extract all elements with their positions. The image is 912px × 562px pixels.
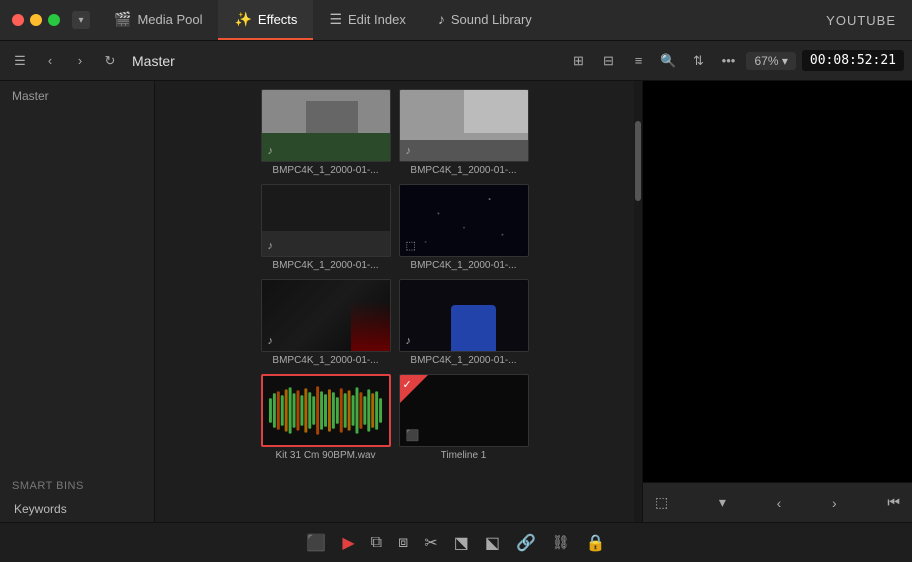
media-item-1[interactable]: ♪ BMPC4K_1_2000-01-... bbox=[261, 89, 391, 176]
sidebar-item-keywords[interactable]: Keywords bbox=[0, 496, 154, 522]
image-icon: ⬚ bbox=[406, 239, 416, 252]
media-label-8: Timeline 1 bbox=[441, 450, 487, 461]
sound-library-icon: ♪ bbox=[438, 11, 445, 27]
scroll-thumb[interactable] bbox=[635, 121, 641, 201]
timecode-display: 00:08:52:21 bbox=[802, 50, 904, 71]
sort-button[interactable]: ⇅ bbox=[686, 49, 710, 73]
tab-effects-label: Effects bbox=[258, 12, 298, 27]
lock-btn[interactable]: 🔒 bbox=[586, 533, 606, 553]
list-view-button[interactable]: ⊟ bbox=[596, 49, 620, 73]
preview-back-button[interactable]: ‹ bbox=[777, 495, 782, 511]
zoom-display[interactable]: 67% ▾ bbox=[746, 52, 795, 70]
media-label-4: BMPC4K_1_2000-01-... bbox=[410, 260, 516, 271]
media-item-7[interactable]: Kit 31 Cm 90BPM.wav bbox=[261, 374, 391, 461]
media-label-2: BMPC4K_1_2000-01-... bbox=[410, 165, 516, 176]
back-button[interactable]: ‹ bbox=[38, 49, 62, 73]
waveform-display bbox=[263, 376, 389, 445]
tab-group: 🎬 Media Pool ✨ Effects ☰ Edit Index ♪ So… bbox=[98, 0, 548, 40]
check-icon: ✓ bbox=[403, 378, 412, 391]
preview-crop-button[interactable]: ⬚ bbox=[655, 494, 668, 511]
grid-view-button[interactable]: ⊞ bbox=[566, 49, 590, 73]
media-item-6[interactable]: ♪ BMPC4K_1_2000-01-... bbox=[399, 279, 529, 366]
traffic-lights bbox=[0, 14, 72, 26]
search-button[interactable]: 🔍 bbox=[656, 49, 680, 73]
sidebar-smart-bins-label: Smart Bins bbox=[0, 472, 154, 496]
workspace-dropdown[interactable]: ▾ bbox=[72, 11, 90, 29]
more-button[interactable]: ••• bbox=[716, 49, 740, 73]
music-icon-6: ♪ bbox=[406, 335, 412, 347]
monitor-btn[interactable]: ⬛ bbox=[306, 533, 326, 553]
media-pool-icon: 🎬 bbox=[114, 11, 131, 28]
media-item-8[interactable]: ✓ ⬛ Timeline 1 bbox=[399, 374, 529, 461]
detail-view-button[interactable]: ≡ bbox=[626, 49, 650, 73]
media-label-6: BMPC4K_1_2000-01-... bbox=[410, 355, 516, 366]
second-bar: ☰ ‹ › ↻ Master ⊞ ⊟ ≡ 🔍 ⇅ ••• 67% ▾ 00:08… bbox=[0, 41, 912, 81]
sidebar-master-section: Master bbox=[0, 81, 154, 111]
media-item-3[interactable]: ♪ BMPC4K_1_2000-01-... bbox=[261, 184, 391, 271]
unlink-btn[interactable]: ⛓ bbox=[552, 534, 570, 551]
effects-icon: ✨ bbox=[234, 11, 251, 28]
media-item-4[interactable]: ⬚ BMPC4K_1_2000-01-... bbox=[399, 184, 529, 271]
tab-media-pool[interactable]: 🎬 Media Pool bbox=[98, 0, 218, 40]
arrow-select-btn[interactable]: ▶ bbox=[342, 533, 354, 553]
media-label-1: BMPC4K_1_2000-01-... bbox=[272, 165, 378, 176]
tab-media-pool-label: Media Pool bbox=[137, 12, 202, 27]
tab-edit-index-label: Edit Index bbox=[348, 12, 406, 27]
tab-effects[interactable]: ✨ Effects bbox=[218, 0, 313, 40]
master-label: Master bbox=[128, 53, 175, 69]
music-icon-3: ♪ bbox=[268, 240, 274, 252]
media-label-7: Kit 31 Cm 90BPM.wav bbox=[275, 450, 375, 461]
close-button[interactable] bbox=[12, 14, 24, 26]
sidebar: Master Smart Bins Keywords bbox=[0, 81, 155, 522]
dynamic-trim-btn[interactable]: ⬕ bbox=[485, 533, 500, 553]
timeline-icon: ⬛ bbox=[406, 429, 420, 442]
sidebar-master-label: Master bbox=[12, 89, 49, 103]
music-icon-5: ♪ bbox=[268, 335, 274, 347]
preview-skip-back[interactable]: ⏮ bbox=[887, 494, 900, 511]
preview-panel: ⬚ ▾ ‹ › ⏮ bbox=[642, 81, 912, 522]
bottom-bar: ⬛ ▶ ⧉ ⧈ ✂ ⬔ ⬕ 🔗 ⛓ 🔒 bbox=[0, 522, 912, 562]
tab-sound-library-label: Sound Library bbox=[451, 12, 532, 27]
scroll-track[interactable] bbox=[634, 81, 642, 522]
main-content: Master Smart Bins Keywords ♪ BMPC4K_1_20… bbox=[0, 81, 912, 522]
tab-edit-index[interactable]: ☰ Edit Index bbox=[313, 0, 421, 40]
trim-btn[interactable]: ⧉ bbox=[371, 534, 382, 552]
forward-button[interactable]: › bbox=[68, 49, 92, 73]
music-icon: ♪ bbox=[268, 145, 274, 157]
razor-btn[interactable]: ✂ bbox=[424, 533, 437, 553]
preview-forward-button[interactable]: › bbox=[832, 495, 837, 511]
workspace-label: YOUTUBE bbox=[826, 13, 912, 28]
slip-btn[interactable]: ⬔ bbox=[454, 533, 469, 553]
sync-button[interactable]: ↻ bbox=[98, 49, 122, 73]
preview-dropdown[interactable]: ▾ bbox=[719, 494, 726, 511]
edit-index-icon: ☰ bbox=[329, 11, 342, 28]
fullscreen-button[interactable] bbox=[48, 14, 60, 26]
media-label-5: BMPC4K_1_2000-01-... bbox=[272, 355, 378, 366]
media-item-5[interactable]: ♪ BMPC4K_1_2000-01-... bbox=[261, 279, 391, 366]
media-label-3: BMPC4K_1_2000-01-... bbox=[272, 260, 378, 271]
media-item-2[interactable]: ♪ BMPC4K_1_2000-01-... bbox=[399, 89, 529, 176]
top-bar: ▾ 🎬 Media Pool ✨ Effects ☰ Edit Index ♪ … bbox=[0, 0, 912, 41]
media-area: ♪ BMPC4K_1_2000-01-... ♪ BMPC4K_1_2000-0… bbox=[155, 81, 634, 522]
link-btn[interactable]: 🔗 bbox=[516, 533, 536, 553]
music-icon-2: ♪ bbox=[406, 145, 412, 157]
preview-video bbox=[643, 81, 912, 482]
tab-sound-library[interactable]: ♪ Sound Library bbox=[422, 0, 548, 40]
view-toggle[interactable]: ☰ bbox=[8, 49, 32, 73]
ripple-btn[interactable]: ⧈ bbox=[398, 534, 408, 552]
preview-controls: ⬚ ▾ ‹ › ⏮ bbox=[643, 482, 912, 522]
minimize-button[interactable] bbox=[30, 14, 42, 26]
